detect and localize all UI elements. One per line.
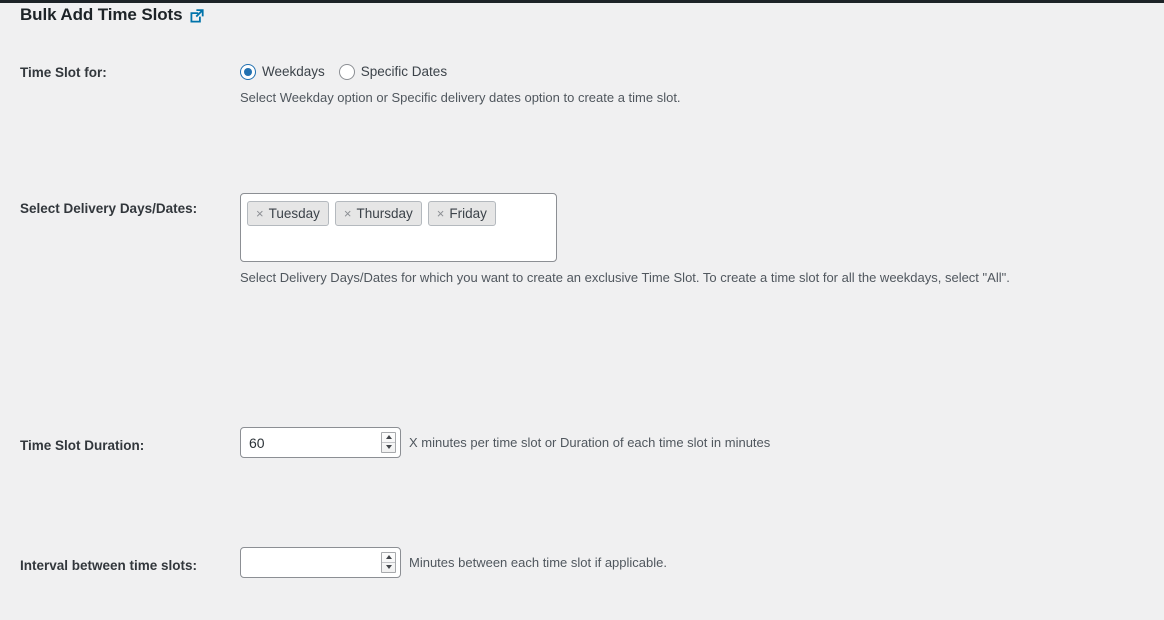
tag-remove-icon[interactable]: × <box>437 207 445 220</box>
radio-specific-dates-label: Specific Dates <box>360 64 448 79</box>
label-time-slot-for: Time Slot for: <box>20 65 107 80</box>
radio-weekdays[interactable] <box>240 64 256 80</box>
row-ends-at: Time Slot Ends At: End time for the time… <box>0 405 1164 465</box>
tag-item[interactable]: × Thursday <box>334 201 422 226</box>
tag-remove-icon[interactable]: × <box>256 207 264 220</box>
tag-label: Friday <box>449 206 487 221</box>
external-link-icon[interactable] <box>189 8 205 24</box>
radio-group-time-slot-for: Weekdays Specific Dates <box>240 62 681 82</box>
radio-weekdays-label: Weekdays <box>262 64 325 79</box>
row-max-deliveries: Maximum Order Deliveries per time slot (… <box>0 465 1164 545</box>
radio-option-weekdays[interactable]: Weekdays <box>240 64 325 80</box>
row-delivery-days: Select Delivery Days/Dates: × Tuesday × … <box>0 112 1164 285</box>
tag-remove-icon[interactable]: × <box>344 207 352 220</box>
page-title: Bulk Add Time Slots <box>20 5 183 24</box>
admin-settings-page: Bulk Add Time Slots Time Slot for: Weekd… <box>0 0 1164 620</box>
tag-item[interactable]: × Friday <box>427 201 496 226</box>
row-interval: Interval between time slots: Minutes bet… <box>0 285 1164 578</box>
tag-label: Thursday <box>356 206 413 221</box>
field-time-slot-for: Weekdays Specific Dates Select Weekday o… <box>240 62 681 106</box>
row-additional-charges: Additional Charges for time slot and Che… <box>0 545 1164 605</box>
desc-time-slot-for: Select Weekday option or Specific delive… <box>240 90 681 105</box>
page-title-wrap: Bulk Add Time Slots <box>20 4 205 25</box>
label-delivery-days: Select Delivery Days/Dates: <box>20 201 198 216</box>
row-time-slot-for: Time Slot for: Weekdays Specific Dates S… <box>0 52 1164 112</box>
admin-top-bar <box>0 0 1164 3</box>
tag-item[interactable]: × Tuesday <box>247 201 329 226</box>
selected-tags: × Tuesday × Thursday × Friday <box>247 201 550 226</box>
radio-specific-dates[interactable] <box>338 64 355 80</box>
row-starts-from: Time Slot Starts From: Start time for th… <box>0 345 1164 405</box>
radio-option-specific-dates[interactable]: Specific Dates <box>338 64 448 80</box>
tag-label: Tuesday <box>268 206 320 221</box>
row-duration: Time Slot Duration: X minutes per time s… <box>0 225 1164 458</box>
settings-form: Time Slot for: Weekdays Specific Dates S… <box>0 52 1164 605</box>
